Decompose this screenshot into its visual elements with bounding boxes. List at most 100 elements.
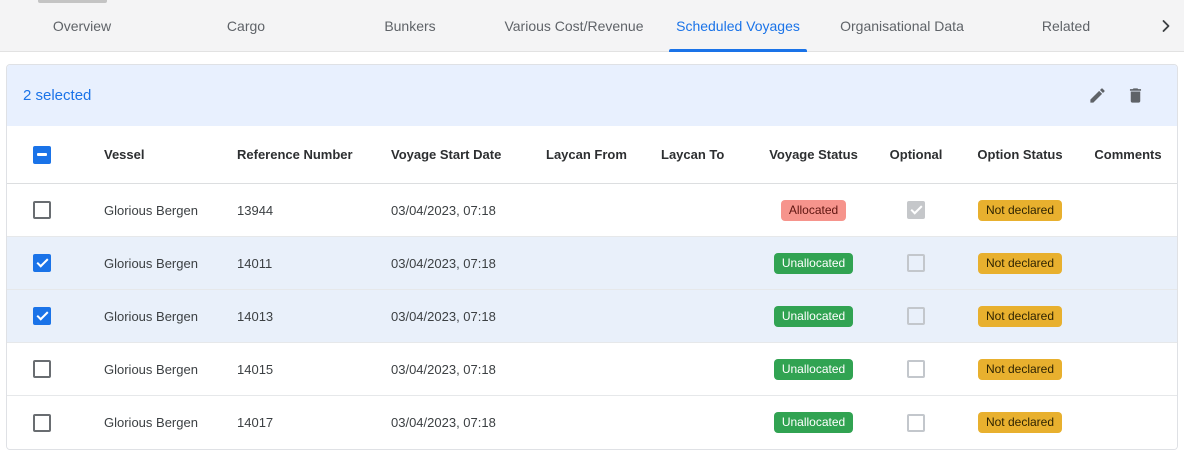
- comments-cell: [1079, 237, 1177, 289]
- row-select-checkbox[interactable]: [33, 414, 51, 432]
- table-body: Glorious Bergen1394403/04/2023, 07:18All…: [7, 184, 1177, 449]
- laycan-from-cell: [546, 290, 661, 342]
- option-status-cell: Not declared: [961, 184, 1079, 236]
- laycan-to-cell: [661, 290, 756, 342]
- status-badge-allocated: Allocated: [781, 200, 846, 221]
- delete-button[interactable]: [1123, 84, 1147, 108]
- row-select-checkbox[interactable]: [33, 254, 51, 272]
- table-row-14013: Glorious Bergen1401303/04/2023, 07:18 Una…: [7, 290, 1177, 343]
- optional-checkbox[interactable]: [907, 254, 925, 272]
- tab-cargo[interactable]: Cargo: [164, 0, 328, 51]
- optional-cell: [871, 290, 961, 342]
- column-header-voyage-status: Voyage Status: [756, 126, 871, 183]
- voyage-start-date-cell: 03/04/2023, 07:18: [391, 237, 546, 289]
- column-header-laycan-to: Laycan To: [661, 126, 756, 183]
- voyage-start-date-cell: 03/04/2023, 07:18: [391, 396, 546, 449]
- tab-related[interactable]: Related: [984, 0, 1148, 51]
- voyage-status-cell: Allocated: [756, 184, 871, 236]
- status-badge-unallocated: Unallocated: [774, 412, 853, 433]
- row-select-checkbox[interactable]: [33, 201, 51, 219]
- option-status-cell: Not declared: [961, 343, 1079, 395]
- column-header-option-status: Option Status: [961, 126, 1079, 183]
- voyage-start-date-cell: 03/04/2023, 07:18: [391, 343, 546, 395]
- column-header-comments: Comments: [1079, 126, 1177, 183]
- edit-button[interactable]: [1085, 84, 1109, 108]
- optional-checkbox[interactable]: [907, 414, 925, 432]
- option-status-cell: Not declared: [961, 396, 1079, 449]
- voyage-status-cell: Unallocated: [756, 343, 871, 395]
- row-checkbox-cell: [7, 290, 104, 342]
- vessel-cell: Glorious Bergen: [104, 290, 237, 342]
- vessel-cell: Glorious Bergen: [104, 184, 237, 236]
- row-checkbox-cell: [7, 396, 104, 449]
- chevron-right-icon: [1156, 16, 1176, 36]
- reference-number-cell: 13944: [237, 184, 391, 236]
- voyage-status-cell: Unallocated: [756, 396, 871, 449]
- table-row-14017: Glorious Bergen1401703/04/2023, 07:18 Una…: [7, 396, 1177, 449]
- header-checkbox-cell: [7, 126, 104, 183]
- optional-cell: [871, 184, 961, 236]
- optional-checkbox: [907, 201, 925, 219]
- row-checkbox-cell: [7, 237, 104, 289]
- vessel-cell: Glorious Bergen: [104, 343, 237, 395]
- tab-overview[interactable]: Overview: [0, 0, 164, 51]
- status-badge-not-declared: Not declared: [978, 200, 1062, 221]
- row-select-checkbox[interactable]: [33, 360, 51, 378]
- status-badge-not-declared: Not declared: [978, 359, 1062, 380]
- table-row-13944: Glorious Bergen1394403/04/2023, 07:18 All…: [7, 184, 1177, 237]
- optional-cell: [871, 237, 961, 289]
- laycan-to-cell: [661, 343, 756, 395]
- edit-pencil-icon: [1088, 86, 1107, 105]
- scheduled-voyages-card: 2 selected VesselReference NumberVoyage …: [6, 64, 1178, 450]
- status-badge-unallocated: Unallocated: [774, 359, 853, 380]
- reference-number-cell: 14015: [237, 343, 391, 395]
- voyage-status-cell: Unallocated: [756, 290, 871, 342]
- laycan-from-cell: [546, 184, 661, 236]
- column-header-vessel: Vessel: [104, 126, 237, 183]
- reference-number-cell: 14017: [237, 396, 391, 449]
- table-row-14015: Glorious Bergen1401503/04/2023, 07:18 Una…: [7, 343, 1177, 396]
- column-header-laycan-from: Laycan From: [546, 126, 661, 183]
- column-header-optional: Optional: [871, 126, 961, 183]
- reference-number-cell: 14013: [237, 290, 391, 342]
- comments-cell: [1079, 290, 1177, 342]
- optional-cell: [871, 396, 961, 449]
- laycan-to-cell: [661, 184, 756, 236]
- tab-bar: OverviewCargoBunkersVarious Cost/Revenue…: [0, 0, 1184, 52]
- status-badge-not-declared: Not declared: [978, 253, 1062, 274]
- select-all-checkbox[interactable]: [33, 146, 51, 164]
- optional-checkbox[interactable]: [907, 360, 925, 378]
- row-select-checkbox[interactable]: [33, 307, 51, 325]
- tab-scheduled-voyages[interactable]: Scheduled Voyages: [656, 0, 820, 51]
- laycan-to-cell: [661, 237, 756, 289]
- option-status-cell: Not declared: [961, 290, 1079, 342]
- status-badge-not-declared: Not declared: [978, 412, 1062, 433]
- selection-actions: [1085, 84, 1147, 108]
- optional-cell: [871, 343, 961, 395]
- voyage-start-date-cell: 03/04/2023, 07:18: [391, 290, 546, 342]
- table-row-14011: Glorious Bergen1401103/04/2023, 07:18Una…: [7, 237, 1177, 290]
- voyage-start-date-cell: 03/04/2023, 07:18: [391, 184, 546, 236]
- column-header-voyage-start-date: Voyage Start Date: [391, 126, 546, 183]
- selected-count-label: 2 selected: [23, 87, 91, 104]
- comments-cell: [1079, 343, 1177, 395]
- tab-various-cost-revenue[interactable]: Various Cost/Revenue: [492, 0, 656, 51]
- optional-checkbox[interactable]: [907, 307, 925, 325]
- reference-number-cell: 14011: [237, 237, 391, 289]
- tab-bunkers[interactable]: Bunkers: [328, 0, 492, 51]
- selection-toolbar: 2 selected: [7, 65, 1177, 126]
- voyage-status-cell: Unallocated: [756, 237, 871, 289]
- comments-cell: [1079, 184, 1177, 236]
- trash-icon: [1126, 86, 1145, 105]
- vessel-cell: Glorious Bergen: [104, 396, 237, 449]
- status-badge-unallocated: Unallocated: [774, 306, 853, 327]
- status-badge-unallocated: Unallocated: [774, 253, 853, 274]
- tab-organisational-data[interactable]: Organisational Data: [820, 0, 984, 51]
- row-checkbox-cell: [7, 343, 104, 395]
- tabs-overflow-button[interactable]: [1148, 0, 1184, 51]
- status-badge-not-declared: Not declared: [978, 306, 1062, 327]
- laycan-to-cell: [661, 396, 756, 449]
- row-checkbox-cell: [7, 184, 104, 236]
- option-status-cell: Not declared: [961, 237, 1079, 289]
- laycan-from-cell: [546, 237, 661, 289]
